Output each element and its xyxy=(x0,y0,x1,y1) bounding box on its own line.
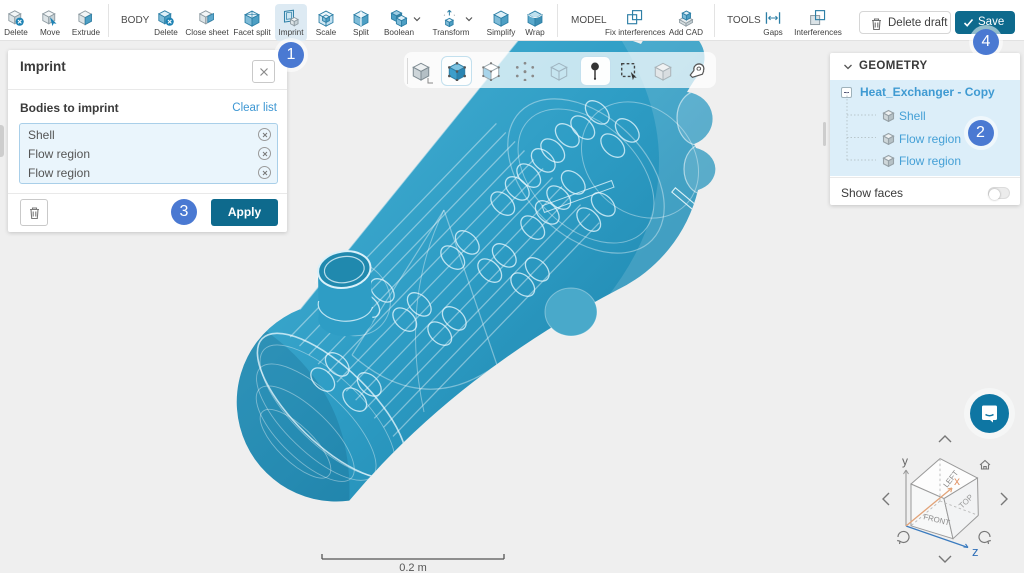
svg-text:0.2 m: 0.2 m xyxy=(399,562,427,573)
svg-text:x: x xyxy=(954,474,960,488)
svg-text:z: z xyxy=(972,544,979,559)
svg-text:y: y xyxy=(902,454,908,468)
